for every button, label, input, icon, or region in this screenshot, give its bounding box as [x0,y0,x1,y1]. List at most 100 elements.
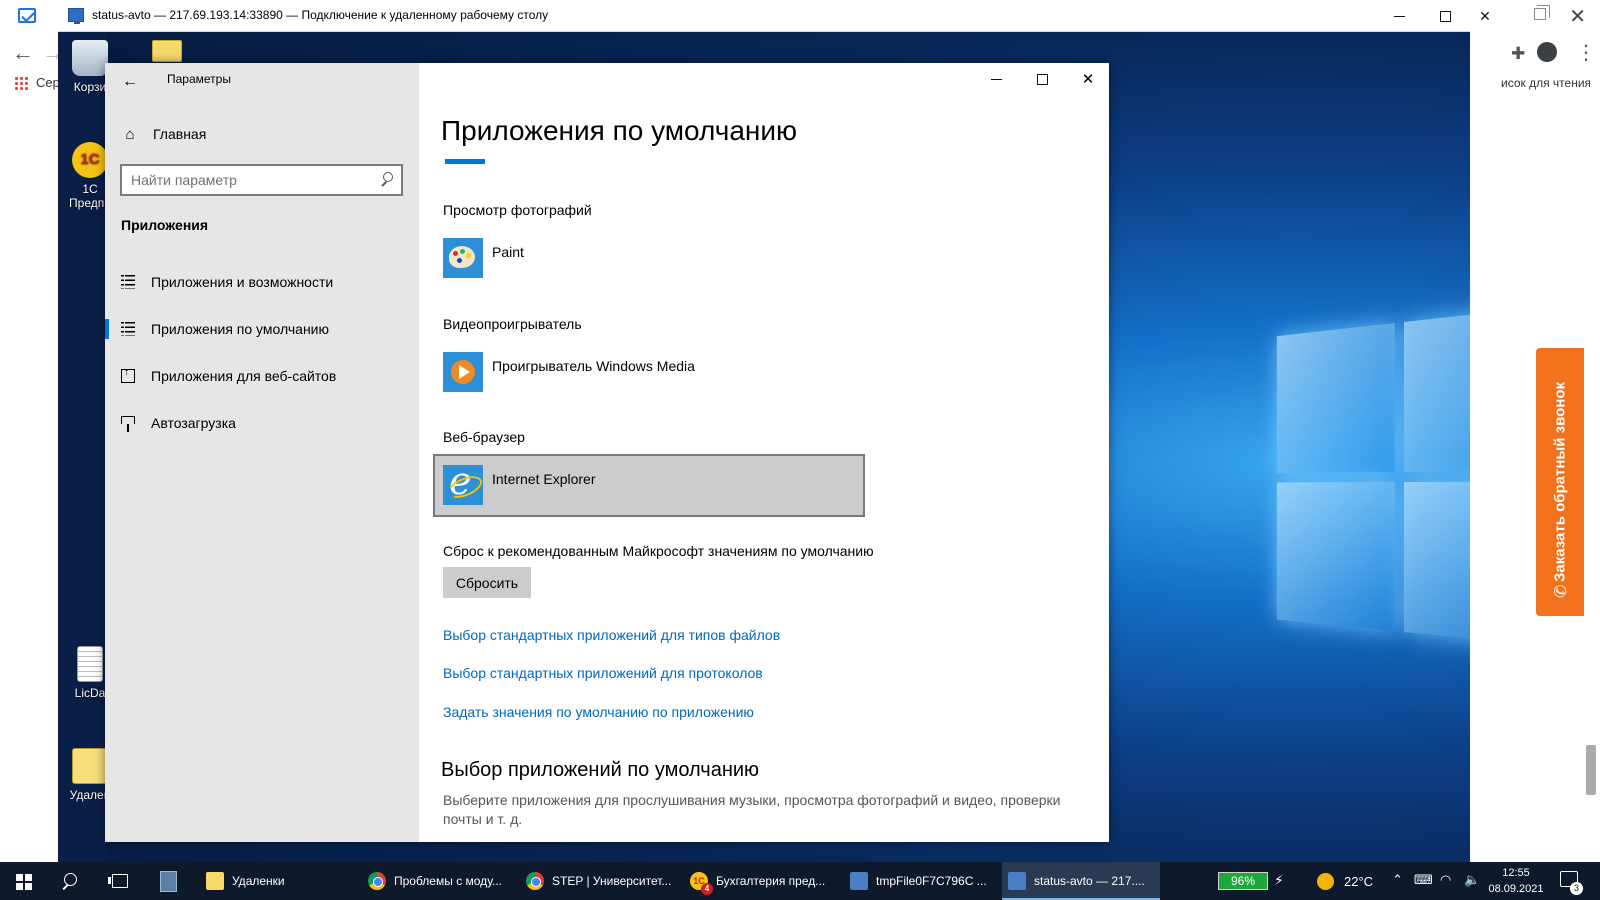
mail-icon[interactable] [18,8,36,23]
tray-chevron-icon[interactable]: ⌃ [1392,872,1403,888]
back-button[interactable]: ← [115,67,145,97]
taskbar-app-tmpfile[interactable]: tmpFile0F7C796C ... [844,862,996,900]
desktop-icon-label: LicDa [74,686,106,700]
rdp-title: status-avto — 217.69.193.14:33890 — Подк… [92,8,549,22]
paint-icon [443,238,483,278]
taskbar-app-label: Проблемы с моду... [394,874,502,888]
taskbar-app-1c[interactable]: 1С 4 Бухгалтерия пред... [684,862,836,900]
taskbar-app-chrome-2[interactable]: STEP | Университет... [520,862,672,900]
startup-icon [121,416,135,432]
apps-features-icon [121,275,135,289]
rdp-icon [850,872,868,890]
taskbar-app-label: Бухгалтерия пред... [716,874,826,888]
nav-section-title: Приложения [121,217,209,233]
apps-websites-icon [121,367,135,383]
bookmark-partial[interactable]: Сер [36,75,60,90]
taskbar-search-icon[interactable] [48,862,96,900]
rdp-titlebar: status-avto — 217.69.193.14:33890 — Подк… [58,0,1491,32]
host-nav: ← → [0,32,64,102]
back-arrow-icon[interactable]: ← [12,40,34,66]
page-title: Приложения по умолчанию [441,115,797,146]
host-scrollbar-thumb[interactable] [1586,745,1596,795]
task-view-icon[interactable] [96,862,144,900]
rdp-minimize-button[interactable] [1376,0,1422,32]
reading-list-link[interactable]: исок для чтения [1501,76,1591,90]
rdp-close-button[interactable]: ✕ [1462,0,1508,32]
close-icon: ✕ [1081,71,1095,88]
web-browser-entry[interactable]: Internet Explorer [443,459,596,505]
notification-count: 3 [1570,882,1583,895]
nav-home[interactable]: ⌂ Главная [121,119,206,149]
menu-dots-icon[interactable]: ⋮ [1576,40,1596,65]
folder-icon[interactable] [152,40,182,62]
badge-count: 4 [701,883,713,895]
profile-avatar[interactable] [1537,42,1557,62]
settings-search [120,164,403,196]
nav-item-apps-features[interactable]: Приложения и возможности [105,263,419,301]
search-icon[interactable] [379,171,395,187]
nav-home-label: Главная [153,126,207,142]
close-icon: ✕ [1479,7,1491,24]
taskbar: Удаленки Проблемы с моду... STEP | Униве… [0,862,1600,900]
taskbar-app-chrome-1[interactable]: Проблемы с моду... [362,862,514,900]
windows-logo-wallpaper [1276,304,1470,669]
link-protocols[interactable]: Выбор стандартных приложений для протоко… [443,665,763,681]
minimize-icon [1393,15,1405,17]
search-input[interactable] [122,166,372,194]
callback-widget[interactable]: Заказать обратный звонок ✆ [1536,348,1584,616]
document-icon [77,646,103,682]
phone-icon: ✆ [1553,584,1570,598]
web-browser-app: Internet Explorer [492,471,596,487]
link-file-types[interactable]: Выбор стандартных приложений для типов ф… [443,627,780,643]
nav-item-label: Приложения для веб-сайтов [151,368,337,384]
calculator-icon[interactable] [144,862,192,900]
start-button[interactable] [0,862,48,900]
taskbar-app-label: status-avto — 217.... [1034,874,1145,888]
back-arrow-icon: ← [122,73,138,90]
default-apps-icon [121,322,135,336]
reset-button[interactable]: Сбросить [443,567,531,598]
nav-item-default-apps[interactable]: Приложения по умолчанию [105,310,419,348]
restore-icon[interactable] [1534,5,1550,20]
rdp-icon [1008,872,1026,890]
clock-date: 08.09.2021 [1488,883,1544,895]
reset-label: Сброс к рекомендованным Майкрософт значе… [443,543,874,559]
chrome-icon [526,872,544,890]
extensions-icon[interactable]: ✚ [1511,44,1525,64]
recycle-bin-icon [72,40,108,76]
taskbar-app-label: tmpFile0F7C796C ... [876,874,987,888]
taskbar-app-udalenki[interactable]: Удаленки [200,862,352,900]
wifi-icon[interactable]: ◠ [1440,872,1451,888]
folder-icon [206,872,224,890]
archive-icon [72,748,108,784]
settings-window: ← Параметры ⌂ Главная Приложения Приложе… [105,63,1109,842]
maximize-icon [1439,10,1451,22]
photo-viewer-picker[interactable]: Paint [443,238,524,278]
minimize-button[interactable] [973,63,1019,95]
video-player-label: Видеопроигрыватель [443,316,582,332]
taskbar-app-status-avto[interactable]: status-avto — 217.... [1002,862,1160,900]
temperature[interactable]: 22°C [1344,874,1373,889]
nav-item-startup[interactable]: Автозагрузка [105,404,419,442]
video-player-picker[interactable]: Проигрыватель Windows Media [443,352,695,392]
internet-explorer-icon [443,459,483,505]
maximize-icon [1036,73,1048,85]
chrome-icon [368,872,386,890]
power-plug-icon: ⚡ [1274,872,1284,888]
nav-item-apps-websites[interactable]: Приложения для веб-сайтов [105,357,419,395]
nav-item-label: Приложения по умолчанию [151,321,329,337]
keyboard-icon[interactable]: ⌨ [1414,872,1433,888]
maximize-button[interactable] [1019,63,1065,95]
system-clock[interactable]: 12:55 08.09.2021 [1488,865,1544,897]
close-button[interactable]: ✕ [1065,63,1111,95]
desktop-icon-label: Корзи [73,80,107,94]
host-close-icon[interactable]: ✕ [1569,4,1586,29]
nav-item-label: Автозагрузка [151,415,236,431]
settings-nav-pane: ← Параметры ⌂ Главная Приложения Приложе… [105,63,419,842]
apps-grid-icon[interactable] [14,76,28,90]
link-by-app[interactable]: Задать значения по умолчанию по приложен… [443,704,754,720]
battery-indicator[interactable]: 96% [1218,872,1268,890]
volume-icon[interactable]: 🔈 [1464,872,1480,888]
weather-sun-icon[interactable] [1317,873,1334,890]
settings-window-title: Параметры [167,72,231,86]
